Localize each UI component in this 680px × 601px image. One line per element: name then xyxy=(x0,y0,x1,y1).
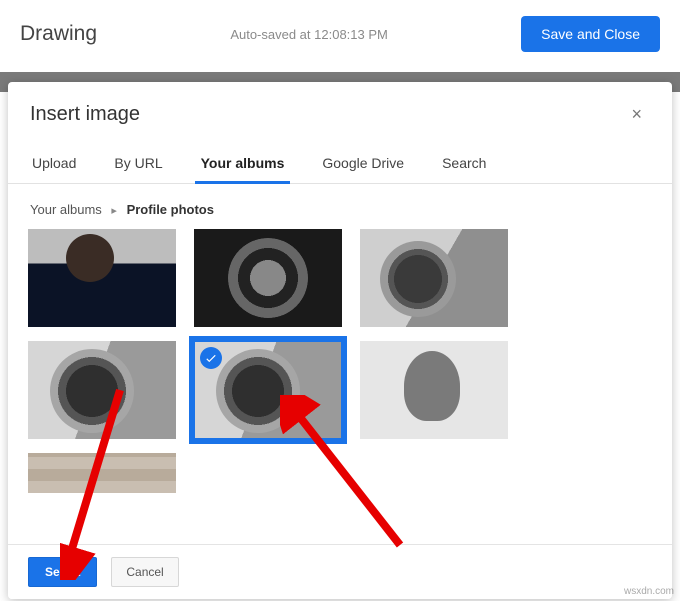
watermark: wsxdn.com xyxy=(624,586,674,597)
chevron-right-icon: ▸ xyxy=(111,205,117,217)
image-grid xyxy=(28,229,660,513)
tab-google-drive[interactable]: Google Drive xyxy=(320,147,406,183)
image-thumbnail[interactable] xyxy=(28,341,176,439)
modal-header: Insert image × xyxy=(8,82,672,135)
image-thumbnail[interactable] xyxy=(28,453,176,493)
autosave-status: Auto-saved at 12:08:13 PM xyxy=(97,27,521,42)
image-thumbnail[interactable] xyxy=(28,229,176,327)
checkmark-icon xyxy=(200,347,222,369)
image-thumbnail[interactable] xyxy=(360,341,508,439)
modal-tabs: Upload By URL Your albums Google Drive S… xyxy=(8,135,672,184)
modal-title: Insert image xyxy=(30,103,623,126)
insert-image-modal: Insert image × Upload By URL Your albums… xyxy=(8,82,672,599)
cancel-button[interactable]: Cancel xyxy=(111,557,178,587)
app-title: Drawing xyxy=(20,22,97,46)
modal-content[interactable]: Your albums ▸ Profile photos xyxy=(8,184,672,544)
breadcrumb-root[interactable]: Your albums xyxy=(30,202,102,217)
select-button[interactable]: Select xyxy=(28,557,97,587)
save-and-close-button[interactable]: Save and Close xyxy=(521,16,660,52)
image-thumbnail[interactable] xyxy=(194,229,342,327)
tab-your-albums[interactable]: Your albums xyxy=(199,147,287,183)
app-header: Drawing Auto-saved at 12:08:13 PM Save a… xyxy=(0,0,680,72)
tab-search[interactable]: Search xyxy=(440,147,488,183)
modal-footer: Select Cancel xyxy=(8,544,672,599)
image-thumbnail-selected[interactable] xyxy=(194,341,342,439)
tab-upload[interactable]: Upload xyxy=(30,147,78,183)
image-thumbnail[interactable] xyxy=(360,229,508,327)
tab-by-url[interactable]: By URL xyxy=(112,147,164,183)
breadcrumb: Your albums ▸ Profile photos xyxy=(28,194,660,229)
breadcrumb-current: Profile photos xyxy=(127,202,214,217)
close-icon[interactable]: × xyxy=(623,100,650,129)
